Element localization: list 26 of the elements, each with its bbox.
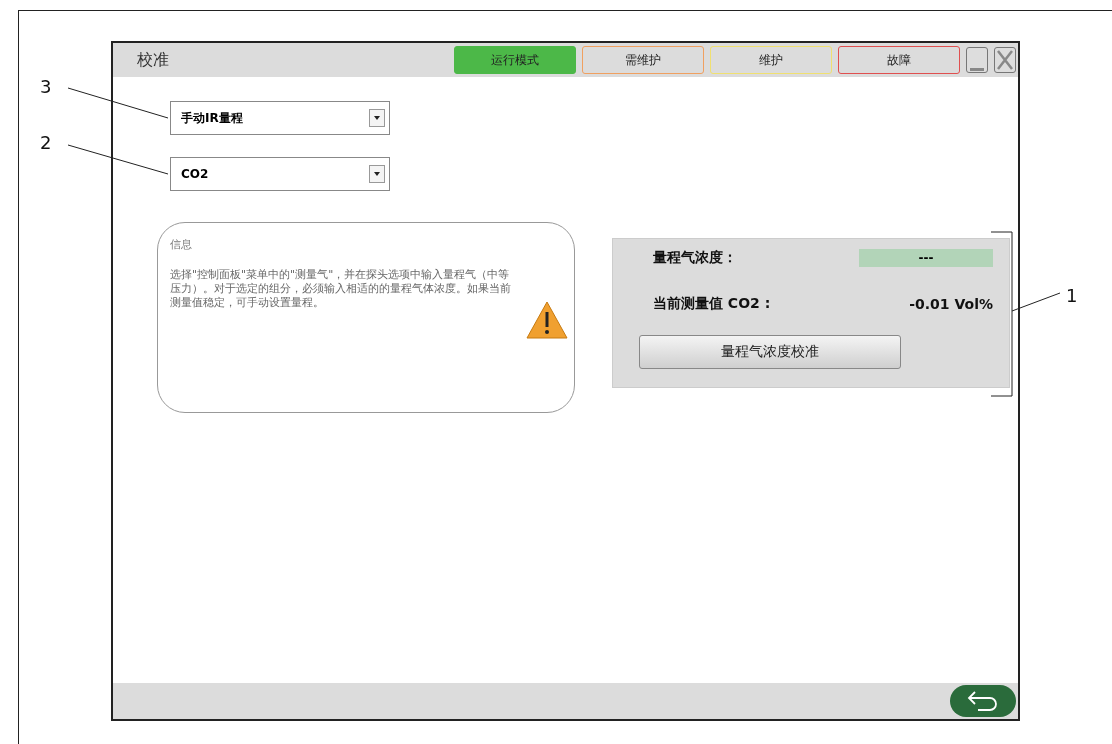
back-button[interactable]	[950, 685, 1016, 717]
return-arrow-icon	[966, 689, 1000, 713]
status-button[interactable]: 维护	[710, 46, 832, 74]
minimize-icon	[970, 67, 984, 71]
caret-icon	[369, 165, 385, 183]
value-field: ---	[859, 249, 993, 267]
status-button[interactable]: 运行模式	[454, 46, 576, 74]
status-button[interactable]: 需维护	[582, 46, 704, 74]
callout-number: 3	[40, 76, 52, 97]
field-label: 当前测量值 CO2 :	[653, 295, 771, 313]
measured-value: -0.01 Vol%	[909, 296, 993, 312]
minimize-button[interactable]	[966, 47, 988, 73]
dropdown[interactable]: 手动IR量程	[170, 101, 390, 135]
calibrate-button[interactable]: 量程气浓度校准	[639, 335, 901, 369]
callout-number: 1	[1066, 285, 1078, 306]
close-icon	[996, 49, 1014, 71]
field-label: 量程气浓度：	[653, 249, 737, 267]
callout-number: 2	[40, 132, 52, 153]
info-text: 选择"控制面板"菜单中的"测量气"，并在探头选项中输入量程气（中等压力）。对于选定的组分，必须输入相适的的量程气体浓度。如果当前测量值稳定，可手动设置量程。	[170, 268, 512, 310]
warning-icon	[526, 301, 568, 339]
info-title: 信息	[170, 237, 193, 252]
caret-icon	[369, 109, 385, 127]
status-button[interactable]: 故障	[838, 46, 960, 74]
window-title: 校准	[137, 49, 170, 71]
dropdown[interactable]: CO2	[170, 157, 390, 191]
close-button[interactable]	[994, 47, 1016, 73]
